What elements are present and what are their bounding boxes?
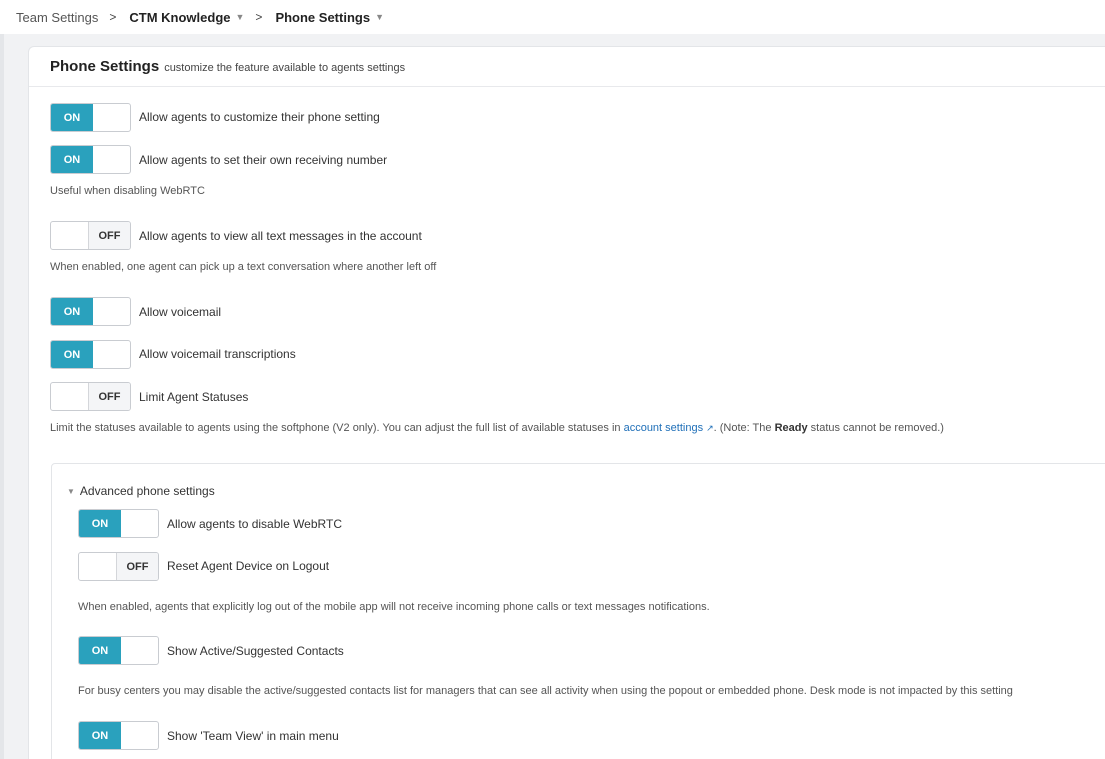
setting-label: Limit Agent Statuses (139, 390, 249, 404)
advanced-settings-panel: ▼ Advanced phone settings ON Allow agent… (51, 463, 1105, 759)
card-header: Phone Settings customize the feature ava… (29, 47, 1105, 87)
advanced-settings-title: Advanced phone settings (79, 484, 215, 498)
toggle-state: ON (51, 341, 93, 368)
toggle-state: ON (79, 722, 121, 749)
setting-label: Show 'Team View' in main menu (167, 729, 339, 743)
toggle-reset-agent-device[interactable]: OFF (78, 552, 159, 581)
setting-label: Allow agents to customize their phone se… (139, 110, 380, 124)
toggle-limit-agent-statuses[interactable]: OFF (50, 382, 131, 411)
page-title: Phone Settings (50, 58, 160, 75)
setting-label: Allow agents to view all text messages i… (139, 229, 422, 243)
toggle-state: OFF (116, 553, 158, 580)
breadcrumb: Team Settings > CTM Knowledge ▼ > Phone … (0, 0, 1105, 34)
toggle-own-receiving-number[interactable]: ON (50, 145, 131, 174)
help-text: Limit the statuses available to agents u… (50, 422, 624, 434)
toggle-state: ON (79, 510, 121, 537)
help-text: . (Note: The (713, 422, 775, 434)
setting-label: Show Active/Suggested Contacts (167, 644, 344, 658)
setting-label: Allow agents to disable WebRTC (167, 517, 342, 531)
link-text: account settings (623, 422, 704, 434)
external-link-icon: ↗ (706, 423, 714, 433)
ready-status-text: Ready (774, 422, 808, 434)
breadcrumb-ctm-knowledge[interactable]: CTM Knowledge ▼ (129, 10, 244, 25)
breadcrumb-phone-settings-label: Phone Settings (275, 9, 371, 25)
setting-label: Allow agents to set their own receiving … (139, 153, 388, 167)
toggle-allow-voicemail[interactable]: ON (50, 297, 131, 326)
toggle-team-view-menu[interactable]: ON (78, 721, 159, 750)
toggle-customize-phone-setting[interactable]: ON (50, 103, 131, 132)
chevron-right-icon: > (255, 10, 263, 24)
chevron-right-icon: > (109, 10, 117, 24)
account-settings-link[interactable]: account settings ↗ (624, 422, 714, 434)
toggle-state: OFF (88, 383, 130, 410)
setting-label: Allow voicemail (139, 305, 222, 319)
chevron-down-icon: ▼ (375, 12, 384, 22)
setting-help: When enabled, agents that explicitly log… (78, 601, 710, 613)
chevron-down-icon: ▼ (235, 12, 245, 22)
setting-label: Reset Agent Device on Logout (167, 559, 330, 573)
help-text: status cannot be removed.) (807, 422, 944, 434)
setting-help: When enabled, one agent can pick up a te… (50, 261, 437, 273)
toggle-state: ON (51, 146, 93, 173)
breadcrumb-ctm-knowledge-label: CTM Knowledge (129, 9, 231, 25)
setting-label: Allow voicemail transcriptions (139, 347, 296, 361)
caret-down-icon: ▼ (67, 486, 75, 496)
advanced-settings-toggle[interactable]: ▼ Advanced phone settings (67, 484, 215, 498)
phone-settings-card: Phone Settings customize the feature ava… (28, 46, 1105, 759)
setting-help: For busy centers you may disable the act… (78, 685, 1013, 697)
toggle-state: ON (51, 104, 93, 131)
toggle-state: ON (79, 637, 121, 664)
left-edge (0, 34, 4, 759)
toggle-disable-webrtc[interactable]: ON (78, 509, 159, 538)
breadcrumb-team-settings[interactable]: Team Settings (16, 10, 98, 25)
setting-help: Useful when disabling WebRTC (50, 185, 205, 197)
page-subtitle: customize the feature available to agent… (164, 61, 406, 74)
toggle-voicemail-transcriptions[interactable]: ON (50, 340, 131, 369)
limit-statuses-help: Limit the statuses available to agents u… (50, 422, 944, 434)
toggle-state: ON (51, 298, 93, 325)
breadcrumb-phone-settings[interactable]: Phone Settings ▼ (275, 10, 384, 25)
toggle-active-suggested-contacts[interactable]: ON (78, 636, 159, 665)
toggle-view-all-text-messages[interactable]: OFF (50, 221, 131, 250)
toggle-state: OFF (88, 222, 130, 249)
